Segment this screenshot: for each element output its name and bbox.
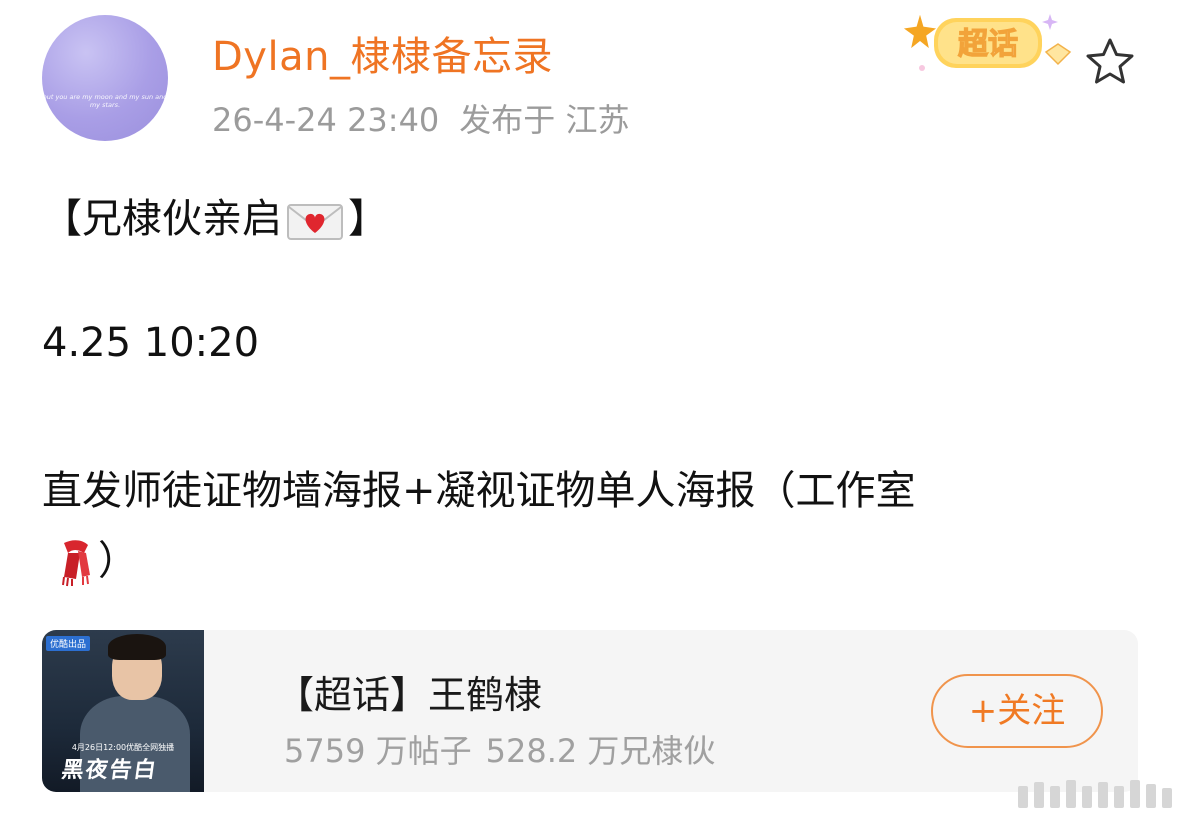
members-count: 528.2 万兄棣伙 (485, 732, 716, 770)
post-timestamp: 26-4-24 23:40 (212, 101, 440, 139)
post-line-3: 直发师徒证物墙海报+凝视证物单人海报（工作室 (42, 468, 916, 514)
post-line-1: 【兄棣伙亲启 】 (42, 186, 388, 244)
scarf-icon (62, 540, 90, 587)
post-meta: 26-4-24 23:40 发布于 江苏 (212, 95, 649, 141)
super-topic-card[interactable]: 优酷出品 4月26日12:00优酷全网独播 黑夜告白 【超话】王鹤棣 5759 … (42, 630, 1138, 792)
post-line-4: ） (42, 528, 138, 587)
super-topic-badge-label: 超话 (958, 27, 1018, 62)
author-name[interactable]: Dylan_棣棣备忘录 (212, 24, 553, 82)
posts-count: 5759 万帖子 (284, 732, 472, 770)
love-letter-icon (287, 204, 343, 240)
avatar[interactable]: but you are my moon and my sun and my st… (42, 15, 168, 141)
post-line-1-end: 】 (348, 196, 388, 242)
post-line-4-end: ） (98, 538, 138, 584)
thumb-figure-hair (108, 634, 166, 660)
thumb-tag: 优酷出品 (46, 636, 91, 651)
sparkle-icon (900, 9, 940, 52)
post-location: 发布于 江苏 (459, 101, 630, 139)
super-topic-badge[interactable]: 超话 (898, 4, 1078, 84)
super-topic-thumbnail: 优酷出品 4月26日12:00优酷全网独播 黑夜告白 (42, 630, 204, 792)
super-topic-stats: 5759 万帖子 528.2 万兄棣伙 (284, 726, 729, 772)
star-outline-icon[interactable] (1082, 34, 1138, 90)
thumb-title: 黑夜告白 (59, 757, 160, 783)
watermark-icon (1018, 780, 1172, 808)
post-line-2: 4.25 10:20 (42, 320, 260, 366)
super-topic-title: 【超话】王鹤棣 (276, 673, 543, 717)
avatar-quote: but you are my moon and my sun and my st… (42, 93, 168, 109)
post-line-1-text: 【兄棣伙亲启 (42, 196, 282, 242)
diamond-icon (1044, 43, 1072, 66)
follow-button[interactable]: +关注 (931, 674, 1103, 748)
